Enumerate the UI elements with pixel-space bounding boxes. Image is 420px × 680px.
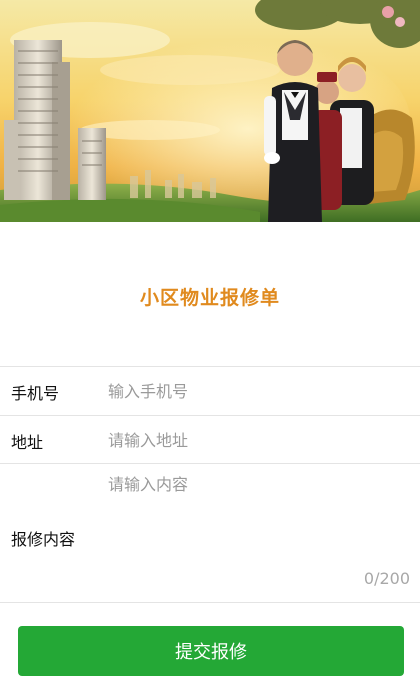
header-banner-image	[0, 0, 420, 222]
address-row: 地址	[0, 415, 420, 463]
page-title: 小区物业报修单	[139, 287, 280, 309]
content-label: 报修内容	[11, 530, 76, 549]
phone-label: 手机号	[11, 384, 60, 403]
phone-input[interactable]	[108, 380, 408, 402]
address-label: 地址	[11, 433, 44, 452]
address-input[interactable]	[108, 429, 408, 451]
submit-repair-button[interactable]: 提交报修	[18, 626, 404, 676]
phone-row: 手机号	[0, 366, 420, 415]
char-counter: 0/200	[363, 569, 410, 588]
content-textarea[interactable]	[108, 474, 408, 570]
content-row: 报修内容 0/200	[0, 463, 420, 603]
repair-form: 手机号 地址 报修内容 0/200	[0, 366, 420, 603]
